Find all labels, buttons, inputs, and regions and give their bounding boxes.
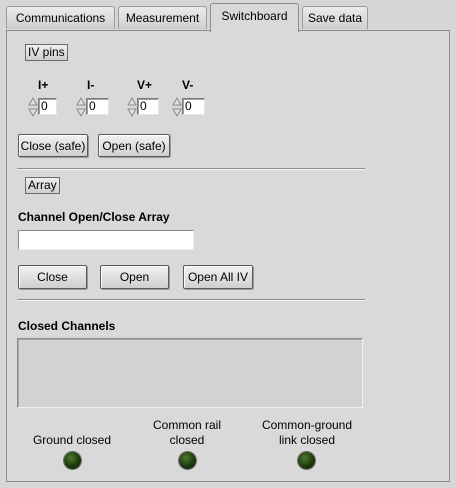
close-safe-button[interactable]: Close (safe) (18, 134, 88, 157)
v-plus-label: V+ (137, 78, 153, 92)
i-minus-value[interactable]: 0 (86, 98, 109, 115)
i-plus-label: I+ (38, 78, 49, 92)
spinner-arrows-icon[interactable] (28, 96, 38, 118)
ground-closed-led (64, 452, 81, 469)
tab-switchboard[interactable]: Switchboard (210, 3, 299, 32)
closed-channels-label: Closed Channels (18, 319, 116, 333)
tab-measurement[interactable]: Measurement (118, 6, 207, 29)
open-safe-button[interactable]: Open (safe) (98, 134, 170, 157)
common-rail-closed-led (179, 452, 196, 469)
separator (17, 299, 365, 301)
v-minus-value[interactable]: 0 (182, 98, 205, 115)
spinner-arrows-icon[interactable] (127, 96, 137, 118)
array-label-button[interactable]: Array (25, 177, 60, 194)
tab-bar: Communications Measurement Switchboard S… (0, 0, 456, 32)
spinner-arrows-icon[interactable] (76, 96, 86, 118)
closed-channels-display (17, 338, 363, 408)
v-minus-label: V- (182, 78, 194, 92)
common-ground-link-closed-label: Common-ground link closed (261, 418, 353, 447)
close-button[interactable]: Close (18, 265, 87, 289)
ground-closed-label: Ground closed (32, 433, 112, 447)
i-plus-value[interactable]: 0 (38, 98, 57, 115)
open-button[interactable]: Open (100, 265, 169, 289)
common-rail-closed-label: Common rail closed (152, 418, 221, 447)
iv-pins-label-button[interactable]: IV pins (25, 44, 68, 61)
tab-communications[interactable]: Communications (6, 6, 115, 29)
i-minus-label: I- (87, 78, 95, 92)
channel-array-label: Channel Open/Close Array (18, 210, 170, 224)
v-plus-value[interactable]: 0 (137, 98, 159, 115)
spinner-arrows-icon[interactable] (172, 96, 182, 118)
open-all-iv-button[interactable]: Open All IV (183, 265, 253, 289)
separator (17, 168, 365, 170)
switchboard-panel (6, 30, 450, 482)
common-ground-link-closed-led (298, 452, 315, 469)
tab-save-data[interactable]: Save data (302, 6, 368, 29)
channel-array-input[interactable] (18, 230, 194, 250)
